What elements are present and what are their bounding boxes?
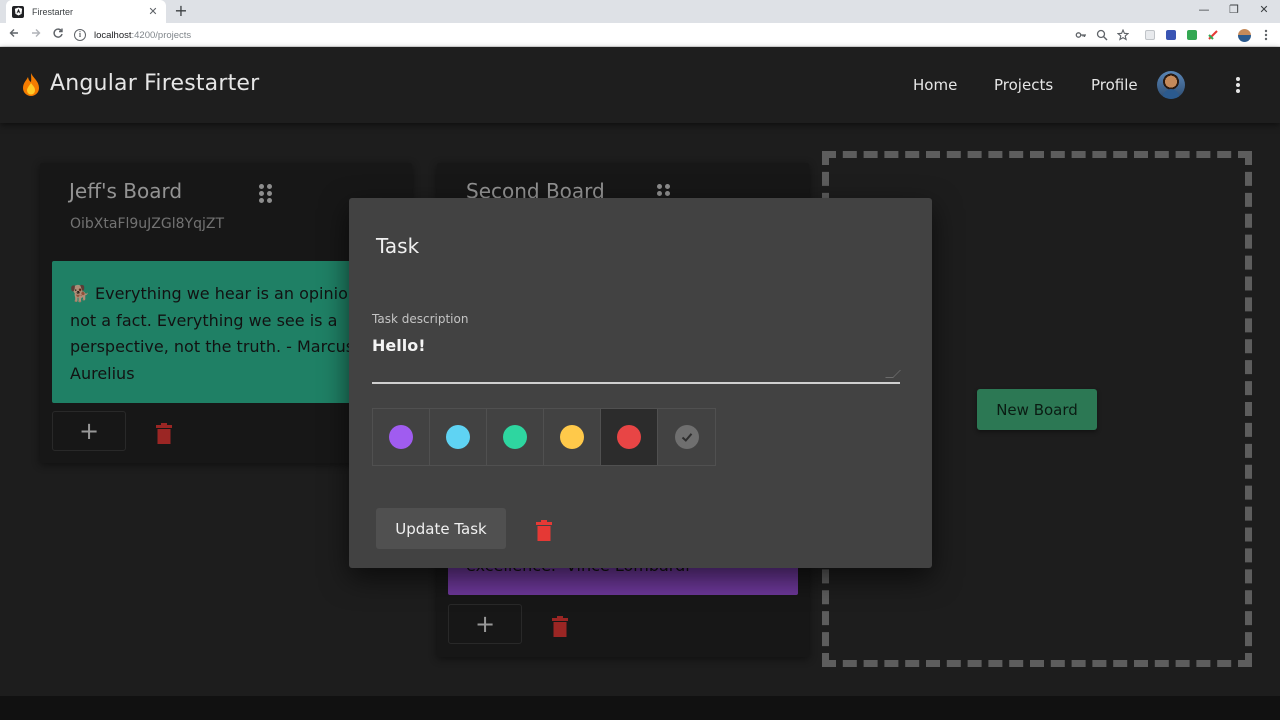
key-icon[interactable] bbox=[1073, 27, 1089, 43]
task-description-input[interactable]: Hello! bbox=[372, 336, 426, 355]
dialog-title: Task bbox=[376, 234, 420, 258]
check-icon bbox=[674, 425, 699, 449]
extension-icon[interactable] bbox=[1142, 27, 1158, 43]
delete-task-icon[interactable] bbox=[535, 520, 553, 542]
url-path: :4200/projects bbox=[131, 29, 192, 41]
resize-grip-icon[interactable] bbox=[885, 370, 901, 378]
input-underline bbox=[372, 382, 900, 384]
bottom-bar bbox=[0, 696, 1280, 720]
menu-icon[interactable] bbox=[1258, 27, 1274, 43]
extension-icon[interactable] bbox=[1184, 27, 1200, 43]
color-option-green[interactable] bbox=[487, 409, 544, 465]
color-option-none[interactable] bbox=[658, 409, 715, 465]
nav-profile[interactable]: Profile bbox=[1091, 76, 1138, 94]
color-swatch bbox=[560, 425, 584, 449]
address-bar[interactable]: i localhost:4200/projects bbox=[74, 25, 1074, 45]
close-window-button[interactable]: ✕ bbox=[1248, 0, 1280, 23]
app-header: Angular Firestarter Home Projects Profil… bbox=[0, 47, 1280, 123]
extension-icon[interactable] bbox=[1205, 27, 1221, 43]
color-option-red[interactable] bbox=[601, 409, 658, 465]
forward-icon[interactable] bbox=[27, 26, 45, 44]
angular-favicon-icon bbox=[12, 5, 24, 18]
color-option-blue[interactable] bbox=[430, 409, 487, 465]
color-swatch bbox=[503, 425, 527, 449]
tab-close-icon[interactable]: ✕ bbox=[146, 5, 160, 18]
extension-icon[interactable] bbox=[1163, 27, 1179, 43]
browser-tab-bar: Firestarter ✕ + — ❐ ✕ bbox=[0, 0, 1280, 23]
task-description-label: Task description bbox=[372, 312, 469, 326]
color-option-purple[interactable] bbox=[373, 409, 430, 465]
update-task-button[interactable]: Update Task bbox=[376, 508, 506, 549]
profile-icon[interactable] bbox=[1236, 27, 1252, 43]
task-dialog: Task Task description Hello! Update Task bbox=[349, 198, 932, 568]
color-swatch bbox=[389, 425, 413, 449]
firebase-logo-icon bbox=[20, 72, 42, 98]
color-swatch bbox=[446, 425, 470, 449]
browser-toolbar: i localhost:4200/projects bbox=[0, 23, 1280, 47]
new-tab-button[interactable]: + bbox=[172, 2, 190, 20]
color-swatch bbox=[617, 425, 641, 449]
zoom-icon[interactable] bbox=[1094, 27, 1110, 43]
restore-button[interactable]: ❐ bbox=[1218, 0, 1250, 23]
url-host: localhost bbox=[94, 29, 132, 41]
info-icon[interactable]: i bbox=[74, 29, 86, 41]
app-title: Angular Firestarter bbox=[50, 71, 260, 96]
back-icon[interactable] bbox=[5, 26, 23, 44]
color-toggle-group bbox=[372, 408, 716, 466]
star-icon[interactable] bbox=[1115, 27, 1131, 43]
more-vert-icon[interactable] bbox=[1228, 73, 1248, 97]
reload-icon[interactable] bbox=[49, 26, 67, 44]
color-option-yellow[interactable] bbox=[544, 409, 601, 465]
tab-title: Firestarter bbox=[32, 6, 74, 17]
minimize-button[interactable]: — bbox=[1188, 0, 1220, 23]
browser-tab[interactable]: Firestarter ✕ bbox=[6, 0, 166, 23]
avatar[interactable] bbox=[1157, 71, 1185, 99]
nav-projects[interactable]: Projects bbox=[994, 76, 1053, 94]
url-text[interactable]: localhost:4200/projects bbox=[94, 30, 191, 41]
nav-home[interactable]: Home bbox=[913, 76, 957, 94]
